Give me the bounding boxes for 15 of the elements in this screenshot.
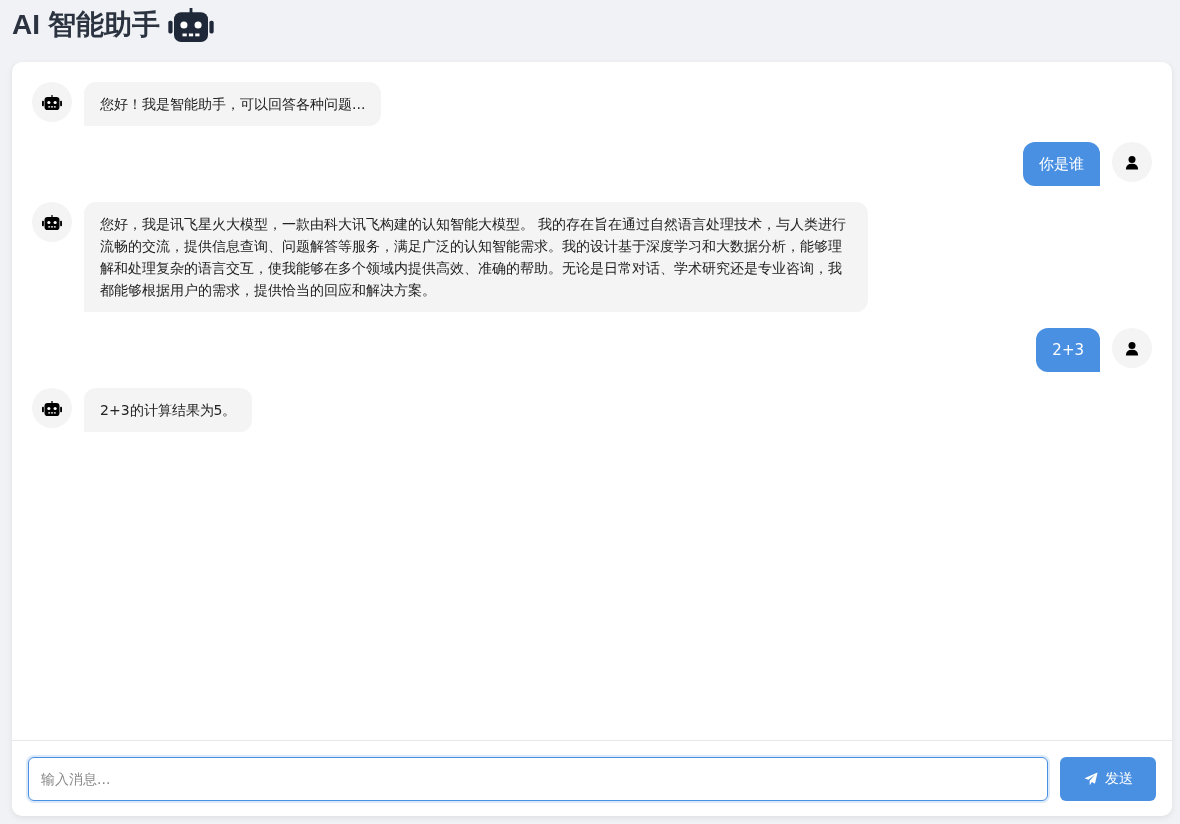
robot-icon — [42, 94, 62, 110]
message-bubble: 你是谁 — [1023, 142, 1100, 186]
message-bubble: 您好！我是智能助手，可以回答各种问题... — [84, 82, 382, 126]
send-button[interactable]: 发送 — [1060, 757, 1156, 801]
robot-icon — [42, 400, 62, 416]
message-bubble: 2+3的计算结果为5。 — [84, 388, 253, 432]
user-icon — [1125, 340, 1139, 356]
message-input[interactable]: 输入消息... — [28, 757, 1048, 801]
robot-icon — [167, 8, 214, 42]
page-title: AI 智能助手 — [12, 8, 160, 42]
message-bubble: 您好，我是讯飞星火大模型，一款由科大讯飞构建的认知智能大模型。 我的存在旨在通过自然语言处理技术，与人类进行流畅的交流，提供信息查询、问题解答等服务，满足广泛的认知智能需求。我的设计基于深度学习和大数据分析，能够理解和处理复杂的语言交互，使我能够在多个领域内提供高效、准确的帮助。无论是日常对话、学术研究还是专业咨询，我都能够根据用户的需求，提供恰当的回应和解决方案。 — [84, 202, 868, 312]
user-icon — [1125, 154, 1139, 170]
message-bubble: 2+3 — [1036, 328, 1100, 372]
send-icon — [1083, 772, 1098, 786]
robot-icon — [42, 214, 62, 230]
